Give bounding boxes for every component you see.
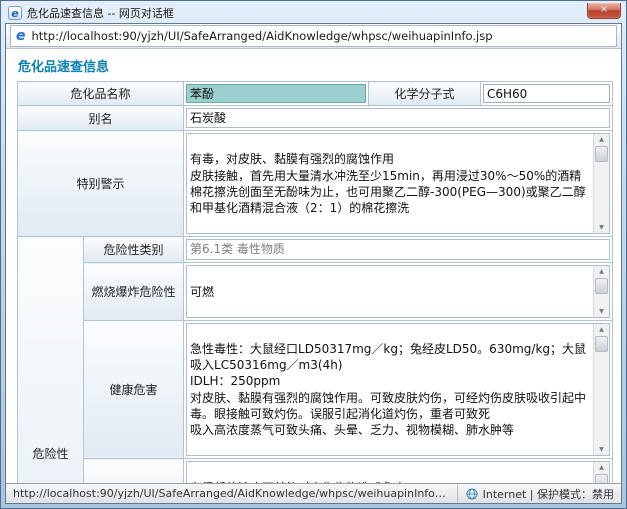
health-value: 急性毒性：大鼠经口LD50317mg／kg；兔经皮LD50。630mg/kg；大… [190, 342, 586, 437]
window-title: 危化品速查信息 -- 网页对话框 [27, 5, 582, 21]
table-row: 健康危害 急性毒性：大鼠经口LD50317mg／kg；兔经皮LD50。630mg… [18, 320, 613, 459]
table-row: 别名 石炭酸 [18, 106, 613, 131]
status-bar: http://localhost:90/yjzh/UI/SafeArranged… [6, 483, 621, 503]
titlebar[interactable]: e 危化品速查信息 -- 网页对话框 × [1, 1, 626, 23]
scroll-down-icon[interactable]: ▼ [599, 306, 604, 317]
table-row: 危化品名称 化学分子式 [18, 82, 613, 106]
table-row: 环境影响 在很低的浓度下就能对水生生物造成危害 在土壤中，只要2-5天时间就可完… [18, 459, 613, 483]
special-warning-text[interactable]: 有毒，对皮肤、黏膜有强烈的腐蚀作用 皮肤接触，首先用大量清水冲洗至少15min，… [186, 133, 610, 234]
vertical-scrollbar[interactable]: ▲▼ [593, 266, 609, 317]
scrollbar-thumb[interactable] [595, 278, 608, 294]
explosion-value: 可燃 [190, 285, 214, 299]
dialog-window: e 危化品速查信息 -- 网页对话框 × e http://localhost:… [0, 0, 627, 509]
close-button[interactable]: × [587, 3, 621, 19]
vertical-scrollbar[interactable]: ▲▼ [593, 134, 609, 233]
address-bar: e http://localhost:90/yjzh/UI/SafeArrang… [6, 24, 621, 49]
ie-icon: e [16, 29, 26, 43]
special-warning-value: 有毒，对皮肤、黏膜有强烈的腐蚀作用 皮肤接触，首先用大量清水冲洗至少15min，… [190, 152, 586, 215]
status-zone[interactable]: Internet | 保护模式：禁用 [457, 484, 614, 503]
health-text[interactable]: 急性毒性：大鼠经口LD50317mg／kg；兔经皮LD50。630mg/kg；大… [186, 323, 610, 457]
danger-section-label: 危险性 [18, 237, 84, 483]
formula-input[interactable] [483, 84, 610, 103]
alias-label: 别名 [18, 106, 184, 131]
scroll-up-icon[interactable]: ▲ [599, 266, 604, 277]
globe-icon [466, 488, 478, 500]
scroll-down-icon[interactable]: ▼ [599, 222, 604, 233]
scroll-up-icon[interactable]: ▲ [599, 462, 604, 473]
info-table: 危化品名称 化学分子式 别名 石炭酸 特别警示 [17, 81, 613, 483]
scroll-down-icon[interactable]: ▼ [599, 444, 604, 455]
dialog-icon: e [8, 6, 22, 20]
explosion-label: 燃烧爆炸危险性 [84, 263, 184, 321]
scrollbar-thumb[interactable] [595, 336, 608, 352]
page-heading: 危化品速查信息 [17, 53, 613, 81]
formula-label: 化学分子式 [369, 82, 481, 106]
table-row: 特别警示 有毒，对皮肤、黏膜有强烈的腐蚀作用 皮肤接触，首先用大量清水冲洗至少1… [18, 131, 613, 237]
name-input[interactable] [186, 84, 366, 103]
special-warning-label: 特别警示 [18, 131, 184, 237]
address-url: http://localhost:90/yjzh/UI/SafeArranged… [32, 29, 493, 43]
danger-category-label: 危险性类别 [84, 237, 184, 263]
environment-text[interactable]: 在很低的浓度下就能对水生生物造成危害 在土壤中，只要2-5天时间就可完全降解 2… [186, 461, 610, 483]
address-field[interactable]: e http://localhost:90/yjzh/UI/SafeArrang… [10, 25, 617, 47]
scrollbar-thumb[interactable] [595, 146, 608, 162]
name-label: 危化品名称 [18, 82, 184, 106]
vertical-scrollbar[interactable]: ▲▼ [593, 462, 609, 483]
scroll-up-icon[interactable]: ▲ [599, 134, 604, 145]
status-zone-text: Internet | 保护模式：禁用 [483, 486, 614, 502]
explosion-text[interactable]: 可燃 ▲▼ [186, 265, 610, 318]
scrollbar-thumb[interactable] [595, 474, 608, 483]
health-label: 健康危害 [84, 320, 184, 459]
environment-value: 在很低的浓度下就能对水生生物造成危害 在土壤中，只要2-5天时间就可完全降解 2… [190, 481, 406, 483]
vertical-scrollbar[interactable]: ▲▼ [593, 324, 609, 456]
status-url: http://localhost:90/yjzh/UI/SafeArranged… [13, 487, 449, 500]
table-row: 燃烧爆炸危险性 可燃 ▲▼ [18, 263, 613, 321]
page-content: 危化品速查信息 危化品名称 化学分子式 别名 [6, 49, 621, 483]
alias-value[interactable]: 石炭酸 [186, 108, 610, 128]
danger-category-text[interactable]: 第6.1类 毒性物质 [186, 239, 610, 259]
table-row: 危险性 危险性类别 第6.1类 毒性物质 [18, 237, 613, 263]
browser-frame: e http://localhost:90/yjzh/UI/SafeArrang… [5, 23, 622, 504]
environment-label: 环境影响 [84, 459, 184, 483]
scroll-up-icon[interactable]: ▲ [599, 324, 604, 335]
